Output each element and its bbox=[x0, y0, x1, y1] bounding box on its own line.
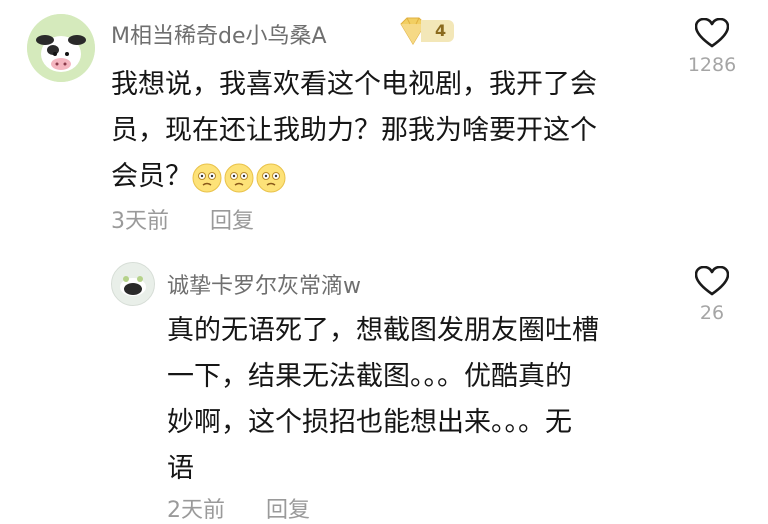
timestamp: 3天前 bbox=[111, 209, 169, 234]
reply-line: 语 bbox=[167, 453, 194, 484]
frown-emoji-icon bbox=[256, 163, 286, 192]
avatar[interactable] bbox=[27, 14, 95, 82]
reply-line: 一下，结果无法截图。。。优酷真的 bbox=[167, 361, 572, 392]
reply-button[interactable]: 回复 bbox=[266, 492, 310, 524]
avatar[interactable] bbox=[111, 262, 155, 306]
like-count: 1286 bbox=[687, 54, 737, 76]
timestamp: 2天前 bbox=[167, 498, 225, 523]
round-avatar-icon bbox=[112, 263, 154, 305]
badge-level: 4 bbox=[421, 20, 455, 42]
level-badge: 4 bbox=[395, 16, 455, 46]
comment-line: 员，现在还让我助力？那我为啥要开这个 bbox=[111, 115, 597, 146]
cow-avatar-icon bbox=[27, 14, 95, 82]
frown-emoji-icon bbox=[224, 163, 254, 192]
comment-line: 会员？ bbox=[111, 154, 671, 200]
comment-text: 我想说，我喜欢看这个电视剧，我开了会 员，现在还让我助力？那我为啥要开这个 会员… bbox=[111, 62, 671, 200]
username[interactable]: 诚挚卡罗尔灰常滴w bbox=[167, 268, 361, 300]
like-count: 26 bbox=[699, 302, 725, 324]
reply-line: 妙啊，这个损招也能想出来。。。无 bbox=[167, 407, 572, 438]
comment-meta: 3天前 回复 bbox=[111, 203, 254, 235]
frown-emoji-icon bbox=[192, 163, 222, 192]
heart-outline-icon bbox=[695, 266, 729, 296]
like-button[interactable]: 26 bbox=[682, 266, 742, 324]
comment-line: 我想说，我喜欢看这个电视剧，我开了会 bbox=[111, 69, 597, 100]
reply-meta: 2天前 回复 bbox=[167, 492, 310, 524]
reply-text: 真的无语死了，想截图发朋友圈吐槽 一下，结果无法截图。。。优酷真的 妙啊，这个损… bbox=[167, 308, 667, 492]
comment-item: M相当稀奇de小鸟桑A 4 我想说，我喜欢看这个电视剧，我开了会 员，现在还让我… bbox=[0, 0, 768, 240]
reply-button[interactable]: 回复 bbox=[210, 203, 254, 235]
comment-line-text: 会员？ bbox=[111, 161, 192, 192]
reply-item: 诚挚卡罗尔灰常滴w 真的无语死了，想截图发朋友圈吐槽 一下，结果无法截图。。。优… bbox=[0, 250, 768, 523]
like-button[interactable]: 1286 bbox=[682, 18, 742, 76]
heart-outline-icon bbox=[695, 18, 729, 48]
username[interactable]: M相当稀奇de小鸟桑A bbox=[111, 18, 327, 50]
reply-line: 真的无语死了，想截图发朋友圈吐槽 bbox=[167, 315, 599, 346]
